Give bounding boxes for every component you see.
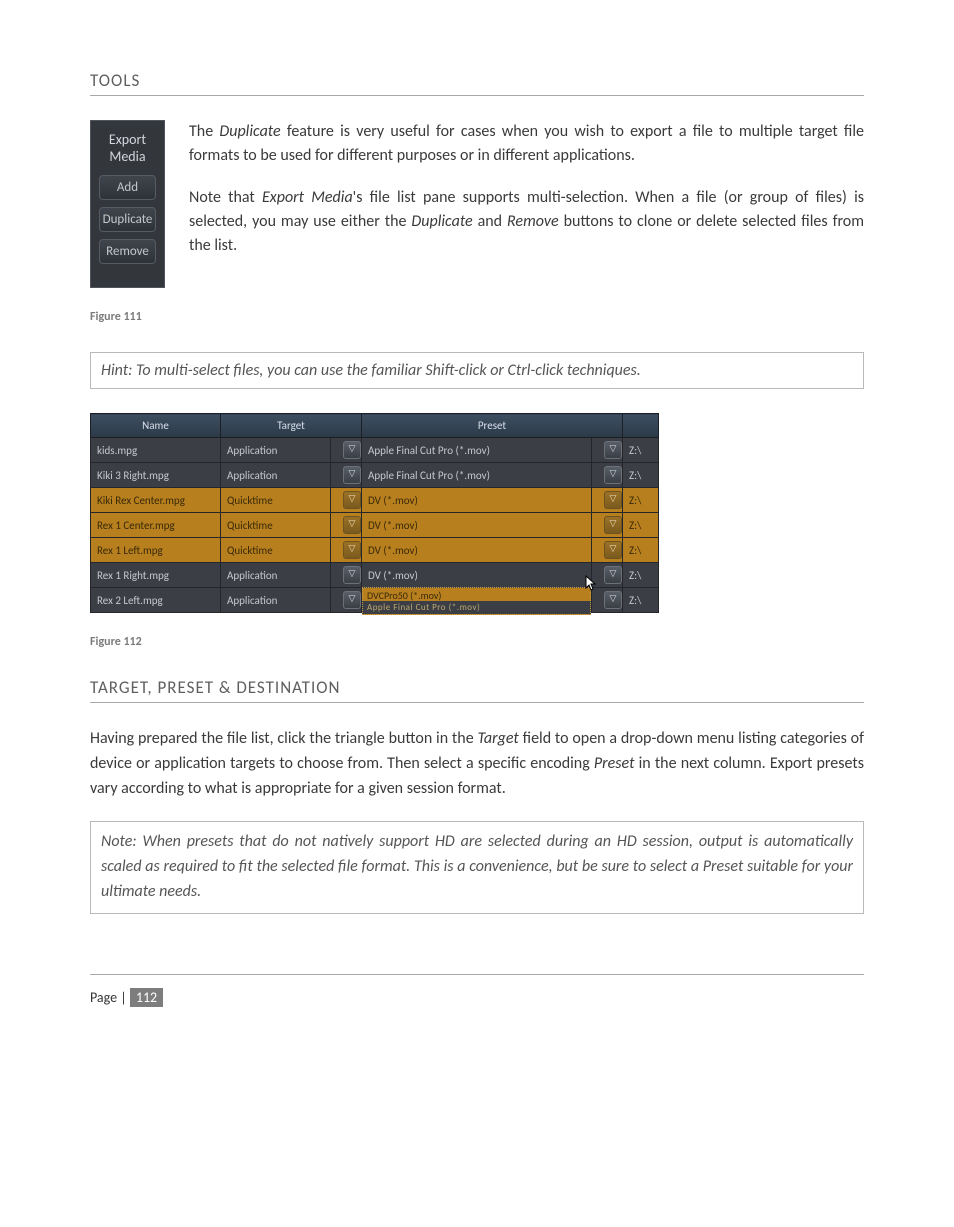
section-divider bbox=[90, 95, 864, 96]
figure-caption-112: Figure 112 bbox=[90, 635, 864, 649]
col-header-preset: Preset bbox=[362, 414, 623, 438]
cell-target[interactable]: Application bbox=[221, 463, 331, 488]
cell-name: kids.mpg bbox=[91, 438, 221, 463]
cell-name: Rex 1 Left.mpg bbox=[91, 538, 221, 563]
col-header-dest bbox=[623, 414, 659, 438]
table-row[interactable]: Kiki 3 Right.mpgApplication▽Apple Final … bbox=[91, 463, 659, 488]
cell-name: Rex 2 Left.mpg bbox=[91, 588, 221, 613]
section-heading-tools: TOOLS bbox=[90, 70, 864, 91]
preset-option[interactable]: Apple Final Cut Pro (*.mov) bbox=[367, 602, 586, 613]
body-paragraph: Having prepared the file list, click the… bbox=[90, 727, 864, 801]
note-box: Note: When presets that do not natively … bbox=[90, 821, 864, 913]
cell-dest[interactable]: Z:\ bbox=[623, 563, 659, 588]
preset-dropdown-button[interactable]: ▽ bbox=[592, 438, 623, 463]
preset-dropdown-button[interactable]: ▽ bbox=[592, 488, 623, 513]
table-row[interactable]: Rex 1 Left.mpgQuicktime▽DV (*.mov)▽Z:\ bbox=[91, 538, 659, 563]
cell-preset[interactable]: Apple Final Cut Pro (*.mov) bbox=[362, 463, 592, 488]
add-button[interactable]: Add bbox=[99, 175, 156, 200]
cell-target[interactable]: Quicktime bbox=[221, 488, 331, 513]
footer-divider bbox=[90, 974, 864, 975]
tools-paragraph-2: Note that Export Media's file list pane … bbox=[189, 186, 864, 258]
preset-dropdown-menu[interactable]: DVCPro50 (*.mov)Apple Final Cut Pro (*.m… bbox=[362, 587, 591, 615]
cell-target[interactable]: Application bbox=[221, 438, 331, 463]
table-row[interactable]: Rex 1 Right.mpgApplication▽DV (*.mov)DVC… bbox=[91, 563, 659, 588]
figure-caption-111: Figure 111 bbox=[90, 310, 864, 324]
preset-dropdown-button[interactable]: ▽ bbox=[592, 513, 623, 538]
cell-target[interactable]: Quicktime bbox=[221, 538, 331, 563]
target-dropdown-button[interactable]: ▽ bbox=[331, 563, 362, 588]
cell-dest[interactable]: Z:\ bbox=[623, 438, 659, 463]
page-number: 112 bbox=[130, 988, 163, 1007]
cell-preset[interactable]: DV (*.mov) bbox=[362, 488, 592, 513]
cell-dest[interactable]: Z:\ bbox=[623, 488, 659, 513]
hint-box: Hint: To multi-select files, you can use… bbox=[90, 352, 864, 389]
preset-option[interactable]: DVCPro50 (*.mov) bbox=[367, 589, 586, 602]
target-dropdown-button[interactable]: ▽ bbox=[331, 463, 362, 488]
section-divider bbox=[90, 702, 864, 703]
file-list-table: Name Target Preset kids.mpgApplication▽A… bbox=[90, 413, 659, 613]
remove-button[interactable]: Remove bbox=[99, 239, 156, 264]
cell-dest[interactable]: Z:\ bbox=[623, 538, 659, 563]
preset-dropdown-button[interactable]: ▽ bbox=[592, 538, 623, 563]
cell-preset[interactable]: DV (*.mov) bbox=[362, 513, 592, 538]
tools-paragraph-1: The Duplicate feature is very useful for… bbox=[189, 120, 864, 168]
cell-name: Rex 1 Center.mpg bbox=[91, 513, 221, 538]
cell-dest[interactable]: Z:\ bbox=[623, 588, 659, 613]
duplicate-button[interactable]: Duplicate bbox=[99, 207, 156, 232]
cell-target[interactable]: Application bbox=[221, 563, 331, 588]
target-dropdown-button[interactable]: ▽ bbox=[331, 538, 362, 563]
target-dropdown-button[interactable]: ▽ bbox=[331, 488, 362, 513]
table-row[interactable]: Kiki Rex Center.mpgQuicktime▽DV (*.mov)▽… bbox=[91, 488, 659, 513]
cell-preset[interactable]: DV (*.mov) bbox=[362, 538, 592, 563]
panel-title: Export Media bbox=[99, 131, 156, 165]
cell-dest[interactable]: Z:\ bbox=[623, 463, 659, 488]
cell-target[interactable]: Quicktime bbox=[221, 513, 331, 538]
section-heading-target: TARGET, PRESET & DESTINATION bbox=[90, 677, 864, 698]
cell-preset[interactable]: Apple Final Cut Pro (*.mov) bbox=[362, 438, 592, 463]
target-dropdown-button[interactable]: ▽ bbox=[331, 513, 362, 538]
table-row[interactable]: kids.mpgApplication▽Apple Final Cut Pro … bbox=[91, 438, 659, 463]
cell-preset[interactable]: DV (*.mov)DVCPro50 (*.mov)Apple Final Cu… bbox=[362, 563, 592, 588]
cell-name: Kiki Rex Center.mpg bbox=[91, 488, 221, 513]
cell-target[interactable]: Application bbox=[221, 588, 331, 613]
col-header-name: Name bbox=[91, 414, 221, 438]
cell-name: Rex 1 Right.mpg bbox=[91, 563, 221, 588]
cell-dest[interactable]: Z:\ bbox=[623, 513, 659, 538]
export-media-panel: Export Media Add Duplicate Remove bbox=[90, 120, 165, 288]
table-header-row: Name Target Preset bbox=[91, 414, 659, 438]
target-dropdown-button[interactable]: ▽ bbox=[331, 588, 362, 613]
table-row[interactable]: Rex 1 Center.mpgQuicktime▽DV (*.mov)▽Z:\ bbox=[91, 513, 659, 538]
preset-dropdown-button[interactable]: ▽ bbox=[592, 463, 623, 488]
col-header-target: Target bbox=[221, 414, 362, 438]
page-footer: Page | 112 bbox=[90, 989, 864, 1006]
cell-name: Kiki 3 Right.mpg bbox=[91, 463, 221, 488]
cursor-icon bbox=[585, 575, 599, 593]
target-dropdown-button[interactable]: ▽ bbox=[331, 438, 362, 463]
